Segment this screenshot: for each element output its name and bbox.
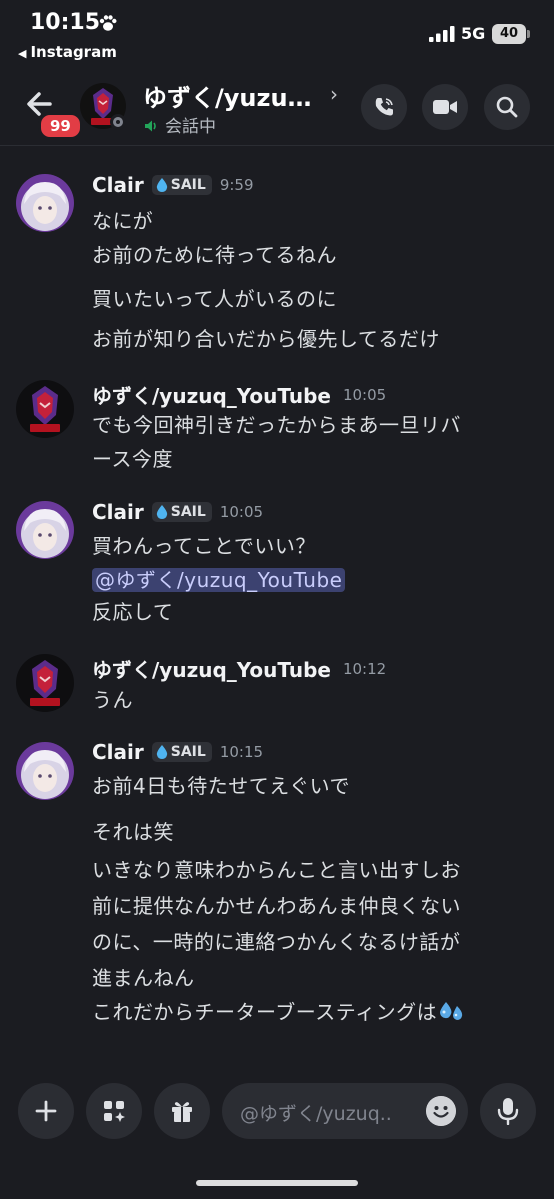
yuzuq-logo-icon	[16, 654, 74, 712]
chat-header: 99 ゆずく/yuzu… › 会話中	[0, 70, 554, 146]
water-drop-icon	[156, 178, 167, 192]
voice-call-button[interactable]	[361, 84, 407, 130]
search-icon	[496, 96, 518, 118]
message-header: Clair SAIL 10:05	[92, 500, 263, 524]
message-text: お前が知り合いだから優先してるだけ	[92, 327, 440, 351]
network-type: 5G	[461, 24, 486, 43]
message-header: Clair SAIL 9:59	[92, 173, 254, 197]
status-time: 10:15	[30, 10, 101, 35]
author-name[interactable]: Clair	[92, 173, 144, 197]
avatar[interactable]	[16, 174, 74, 232]
server-tag-label: SAIL	[170, 744, 206, 760]
video-call-button[interactable]	[422, 84, 468, 130]
water-drop-icon	[156, 505, 167, 519]
plus-icon	[35, 1100, 57, 1122]
search-button[interactable]	[484, 84, 530, 130]
gift-icon	[172, 1102, 192, 1122]
apps-sparkle-icon	[104, 1101, 125, 1122]
author-name[interactable]: ゆずく/yuzuq_YouTube	[92, 380, 331, 409]
voice-status-label: 会話中	[165, 117, 216, 137]
server-tag[interactable]: SAIL	[151, 742, 212, 762]
message-header: ゆずく/yuzuq_YouTube 10:12	[92, 654, 386, 683]
server-tag-label: SAIL	[170, 504, 206, 520]
author-name[interactable]: ゆずく/yuzuq_YouTube	[92, 654, 331, 683]
message-input[interactable]: @ゆずく/yuzuq..	[222, 1083, 468, 1139]
message-text: 買いたいって人がいるのに	[92, 287, 337, 311]
sweat-droplets-icon	[440, 1002, 463, 1020]
timestamp: 10:05	[342, 385, 387, 404]
channel-title[interactable]: ゆずく/yuzu…	[143, 78, 312, 113]
message-text: 進まんねん	[92, 966, 195, 990]
timestamp: 10:12	[342, 659, 387, 678]
back-to-app-link[interactable]: ◀ Instagram	[18, 43, 117, 61]
home-indicator[interactable]	[196, 1180, 358, 1186]
avatar[interactable]	[16, 742, 74, 800]
timestamp: 10:05	[219, 503, 264, 521]
status-bar: 10:15 ◀ Instagram 5G 40	[0, 0, 554, 70]
message-text: のに、一時的に連絡つかんくなるけ話が	[92, 930, 461, 954]
battery-indicator: 40	[492, 24, 530, 44]
voice-message-button[interactable]	[480, 1083, 536, 1139]
message-text: @ゆずく/yuzuq_YouTube	[92, 564, 346, 593]
message-text: 前に提供なんかせんわあんま仲良くない	[92, 894, 461, 918]
message-text: いきなり意味わからんこと言い出すしお	[92, 858, 461, 882]
unread-badge: 99	[38, 112, 83, 140]
back-triangle-icon: ◀	[18, 47, 27, 60]
emoji-smile-icon[interactable]	[426, 1096, 456, 1126]
gift-button[interactable]	[154, 1083, 210, 1139]
apps-button[interactable]	[86, 1083, 142, 1139]
avatar[interactable]	[16, 654, 74, 712]
message-header: Clair SAIL 10:15	[92, 740, 263, 764]
message-text: うん	[92, 688, 133, 712]
message-text: これだからチーターブースティングは	[92, 996, 465, 1025]
server-tag[interactable]: SAIL	[151, 175, 212, 195]
message-text: お前のために待ってるねん	[92, 243, 337, 267]
server-tag-label: SAIL	[170, 177, 206, 193]
message-header: ゆずく/yuzuq_YouTube 10:05	[92, 380, 386, 409]
anime-avatar-icon	[16, 742, 74, 800]
server-tag[interactable]: SAIL	[151, 502, 212, 522]
message-input-placeholder: @ゆずく/yuzuq..	[240, 1103, 392, 1125]
message-text: 買わんってことでいい？	[92, 534, 316, 558]
author-name[interactable]: Clair	[92, 500, 144, 524]
author-name[interactable]: Clair	[92, 740, 144, 764]
message-text: なにが	[92, 209, 154, 233]
composer: @ゆずく/yuzuq..	[0, 1083, 554, 1139]
avatar[interactable]	[16, 380, 74, 438]
status-offline-dot	[110, 114, 126, 130]
message-text: それは笑	[92, 820, 174, 844]
anime-avatar-icon	[16, 174, 74, 232]
message-text: 反応して	[92, 600, 174, 624]
video-camera-icon	[433, 100, 457, 114]
voice-status: 会話中	[143, 112, 216, 137]
attach-button[interactable]	[18, 1083, 74, 1139]
back-app-label: Instagram	[30, 43, 117, 61]
speaker-icon	[145, 120, 156, 132]
paw-icon	[99, 15, 117, 31]
user-mention[interactable]: @ゆずく/yuzuq_YouTube	[92, 568, 346, 592]
chevron-right-icon[interactable]: ›	[330, 82, 338, 106]
water-drop-icon	[156, 745, 167, 759]
signal-icon	[429, 26, 455, 42]
phone-icon	[375, 98, 393, 116]
avatar[interactable]	[16, 501, 74, 559]
timestamp: 10:15	[219, 743, 264, 761]
message-text: お前4日も待たせてえぐいで	[92, 774, 351, 798]
message-text: ース今度	[92, 447, 173, 471]
timestamp: 9:59	[219, 176, 254, 194]
message-text-content: これだからチーターブースティングは	[92, 1000, 438, 1024]
message-text: でも今回神引きだったからまあ一旦リバ	[92, 413, 461, 437]
microphone-icon	[497, 1098, 519, 1125]
yuzuq-logo-icon	[16, 380, 74, 438]
anime-avatar-icon	[16, 501, 74, 559]
